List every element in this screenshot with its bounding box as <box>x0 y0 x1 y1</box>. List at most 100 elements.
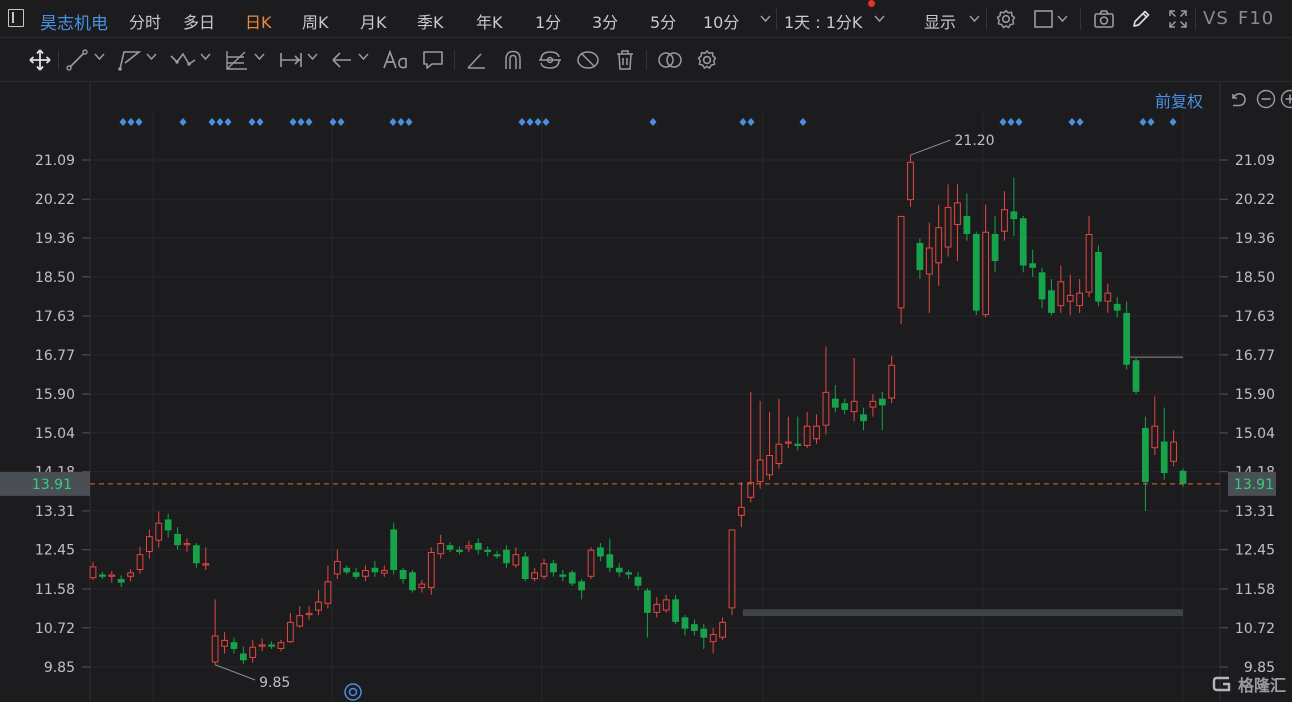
fib-tool-chevron-icon[interactable] <box>254 53 265 61</box>
candle <box>597 547 604 557</box>
candle <box>456 549 463 552</box>
candle <box>963 215 971 234</box>
pencil-icon[interactable] <box>1130 8 1152 30</box>
event-marker <box>248 118 256 126</box>
candle <box>1151 425 1159 449</box>
y-axis-label-right: 17.63 <box>1235 309 1275 325</box>
tab-daily-k[interactable]: 日K <box>245 9 272 33</box>
candle <box>935 227 943 264</box>
candle <box>775 443 783 465</box>
candle <box>1057 281 1065 307</box>
wave-tool-icon[interactable] <box>169 48 197 72</box>
event-marker <box>649 118 657 126</box>
period-chevron-icon[interactable] <box>874 15 885 23</box>
candle <box>672 599 679 622</box>
period-selector[interactable]: 1天 : 1分K <box>784 9 862 33</box>
candle <box>211 635 219 663</box>
candle <box>1132 360 1140 392</box>
tab-10min[interactable]: 10分 <box>703 9 739 33</box>
square-icon[interactable] <box>1033 8 1055 30</box>
line-tool-chevron-icon[interactable] <box>94 53 105 61</box>
event-marker <box>208 118 216 126</box>
candle <box>1179 470 1187 484</box>
candle <box>531 572 539 580</box>
tab-1min[interactable]: 1分 <box>535 9 561 33</box>
display-chevron-icon[interactable] <box>969 15 980 23</box>
fullscreen-icon[interactable] <box>1167 8 1189 30</box>
candle <box>89 566 97 579</box>
candle <box>315 601 322 611</box>
y-axis-label-right: 13.31 <box>1235 504 1275 520</box>
event-marker <box>289 118 297 126</box>
camera-icon[interactable] <box>1093 8 1115 30</box>
candle <box>982 231 990 316</box>
angle-tool-icon[interactable] <box>464 48 488 72</box>
polyline-tool-chevron-icon[interactable] <box>146 53 157 61</box>
tab-3min[interactable]: 3分 <box>592 9 618 33</box>
event-marker <box>747 118 755 126</box>
square-chevron-icon[interactable] <box>1057 15 1068 23</box>
candle <box>305 612 313 616</box>
hide-icon[interactable] <box>575 48 601 72</box>
move-icon[interactable] <box>27 48 53 72</box>
polyline-tool-icon[interactable] <box>117 48 143 72</box>
vs-compare-button[interactable]: VS <box>1203 8 1229 29</box>
candle <box>878 398 886 406</box>
adjust-price-toggle[interactable]: 前复权 <box>1155 88 1203 112</box>
stock-name[interactable]: 昊志机电 <box>40 9 108 34</box>
tab-5min[interactable]: 5分 <box>650 9 676 33</box>
candle <box>1029 263 1037 268</box>
wave-tool-chevron-icon[interactable] <box>200 53 211 61</box>
candle <box>690 624 698 631</box>
fib-tool-icon[interactable] <box>224 48 250 72</box>
tab-quarterly-k[interactable]: 季K <box>417 9 444 33</box>
zoom-in-icon[interactable] <box>1280 89 1292 109</box>
zoom-out-icon[interactable] <box>1256 89 1276 109</box>
kline-chart-canvas[interactable]: 21.09 21.09 20.22 20.22 19.36 19.36 18.50 18.50… <box>0 82 1292 702</box>
draw-settings-icon[interactable] <box>695 48 719 72</box>
candle <box>747 482 755 498</box>
candle <box>1095 252 1102 302</box>
arrow-tool-icon[interactable] <box>330 48 354 72</box>
candle <box>550 563 557 573</box>
candle <box>108 574 116 577</box>
current-price-label-left: 13.91 <box>32 477 72 493</box>
event-marker <box>534 118 542 126</box>
measure-tool-chevron-icon[interactable] <box>307 53 318 61</box>
tab-yearly-k[interactable]: 年K <box>476 9 503 33</box>
event-marker <box>526 118 534 126</box>
tab-multi-day[interactable]: 多日 <box>183 9 215 33</box>
candle <box>737 506 745 516</box>
more-periods-chevron-icon[interactable] <box>760 15 771 23</box>
candle <box>897 215 905 309</box>
tab-monthly-k[interactable]: 月K <box>360 9 387 33</box>
f10-button[interactable]: F10 <box>1238 8 1274 29</box>
text-tool-icon[interactable] <box>382 48 410 72</box>
candle <box>991 233 999 262</box>
trash-icon[interactable] <box>613 48 637 72</box>
line-tool-icon[interactable] <box>65 48 89 72</box>
settings-icon[interactable] <box>995 8 1017 30</box>
comment-tool-icon[interactable] <box>421 48 445 72</box>
undo-icon[interactable] <box>1228 89 1248 109</box>
measure-tool-icon[interactable] <box>278 48 304 72</box>
display-menu[interactable]: 显示 <box>924 9 956 33</box>
event-marker <box>224 118 232 126</box>
candle <box>230 642 238 649</box>
sidebar-toggle-icon[interactable] <box>8 9 24 27</box>
candle <box>662 599 670 611</box>
cycle-icon[interactable] <box>537 48 563 72</box>
candle <box>1076 292 1084 307</box>
candle <box>183 542 191 546</box>
candle <box>841 403 849 410</box>
y-axis-label-right: 11.58 <box>1235 582 1275 598</box>
candle <box>1085 233 1093 293</box>
arrow-tool-chevron-icon[interactable] <box>358 53 369 61</box>
magnet-icon[interactable] <box>501 48 525 72</box>
kline-chart[interactable]: 21.09 21.09 20.22 20.22 19.36 19.36 18.50 18.50… <box>0 82 1292 702</box>
tab-weekly-k[interactable]: 周K <box>302 9 329 33</box>
event-marker <box>256 118 264 126</box>
event-marker <box>1068 118 1076 126</box>
tab-intraday[interactable]: 分时 <box>129 9 161 33</box>
compare-icon[interactable] <box>656 48 684 72</box>
